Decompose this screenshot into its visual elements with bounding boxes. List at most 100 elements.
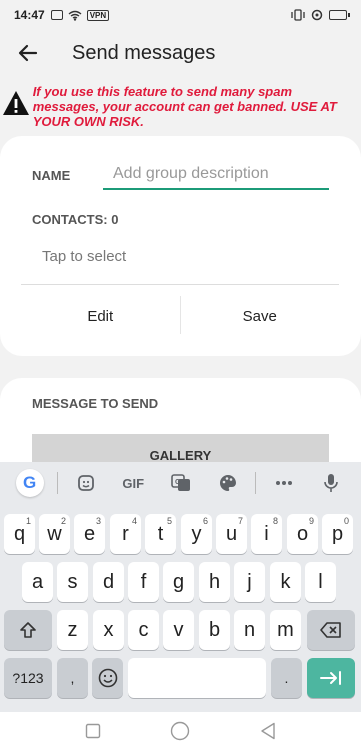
theme-button[interactable]	[204, 466, 251, 500]
enter-key[interactable]	[307, 658, 355, 698]
symbols-key[interactable]: ?123	[4, 658, 52, 698]
key-label: y	[191, 522, 202, 545]
key-x[interactable]: x	[93, 610, 124, 650]
svg-text:G: G	[175, 479, 181, 486]
translate-button[interactable]: G	[157, 466, 204, 500]
save-button[interactable]: Save	[181, 296, 340, 336]
key-label: w	[47, 522, 62, 545]
app-bar: Send messages	[0, 30, 361, 76]
key-label: o	[296, 522, 309, 545]
toolbar-separator	[57, 472, 59, 494]
emoji-key[interactable]	[92, 658, 123, 698]
image-notification-icon	[50, 10, 63, 20]
select-contacts[interactable]: Tap to select	[42, 248, 126, 265]
gif-button[interactable]: GIF	[110, 466, 157, 500]
keyboard-toolbar: G GIF G	[0, 462, 361, 504]
voice-input-button[interactable]	[308, 466, 355, 500]
key-u[interactable]: u7	[216, 514, 247, 554]
key-h[interactable]: h	[199, 562, 230, 602]
group-description-input[interactable]: Add group description	[103, 162, 329, 190]
page-title: Send messages	[72, 41, 216, 64]
key-w[interactable]: w2	[39, 514, 70, 554]
data-saver-icon	[311, 9, 323, 21]
key-q[interactable]: q1	[4, 514, 35, 554]
key-row-2: a s d f g h j k l	[0, 562, 361, 608]
soft-keyboard: G GIF G q1 w2 e3 r4 t5 y6 u7 i8 o9 p0 a	[0, 462, 361, 712]
key-k[interactable]: k	[270, 562, 301, 602]
key-r[interactable]: r4	[110, 514, 141, 554]
key-a[interactable]: a	[22, 562, 53, 602]
system-nav-bar	[0, 712, 361, 754]
more-horizontal-icon	[276, 481, 293, 485]
key-hint: 5	[166, 516, 172, 526]
key-row-4: ?123 , .	[0, 658, 361, 704]
key-g[interactable]: g	[163, 562, 194, 602]
shift-icon	[20, 622, 36, 638]
key-label: q	[13, 522, 26, 545]
edit-button[interactable]: Edit	[21, 296, 180, 336]
key-e[interactable]: e3	[74, 514, 105, 554]
name-label: NAME	[32, 168, 71, 183]
key-m[interactable]: m	[270, 610, 301, 650]
emoji-icon	[98, 668, 117, 688]
period-key[interactable]: .	[271, 658, 302, 698]
key-label: t	[157, 522, 164, 545]
arrow-back-icon	[18, 44, 38, 62]
more-button[interactable]	[260, 466, 307, 500]
key-o[interactable]: o9	[287, 514, 318, 554]
next-arrow-icon	[320, 671, 341, 685]
back-button[interactable]	[0, 30, 56, 76]
vpn-indicator: VPN	[86, 9, 110, 21]
key-j[interactable]: j	[234, 562, 265, 602]
wifi-icon	[68, 10, 82, 21]
microphone-icon	[324, 474, 339, 492]
google-search-button[interactable]: G	[6, 466, 53, 500]
key-t[interactable]: t5	[145, 514, 176, 554]
key-z[interactable]: z	[57, 610, 88, 650]
back-nav-button[interactable]	[260, 722, 276, 745]
sticker-icon	[78, 475, 94, 491]
key-s[interactable]: s	[57, 562, 88, 602]
key-hint: 6	[202, 516, 208, 526]
key-p[interactable]: p0	[322, 514, 353, 554]
key-d[interactable]: d	[93, 562, 124, 602]
backspace-key[interactable]	[307, 610, 355, 650]
key-i[interactable]: i8	[251, 514, 282, 554]
key-v[interactable]: v	[163, 610, 194, 650]
key-f[interactable]: f	[128, 562, 159, 602]
spam-warning: If you use this feature to send many spa…	[0, 84, 361, 130]
key-row-3: z x c v b n m	[0, 610, 361, 656]
space-key[interactable]	[128, 658, 266, 698]
shift-key[interactable]	[4, 610, 52, 650]
key-label: e	[83, 522, 96, 545]
message-label: MESSAGE TO SEND	[32, 396, 159, 411]
sticker-button[interactable]	[62, 466, 109, 500]
comma-key[interactable]: ,	[57, 658, 88, 698]
contacts-count: CONTACTS: 0	[32, 212, 119, 227]
vibrate-icon	[291, 9, 305, 21]
key-row-1: q1 w2 e3 r4 t5 y6 u7 i8 o9 p0	[0, 514, 361, 560]
key-hint: 1	[25, 516, 31, 526]
toolbar-separator	[255, 472, 257, 494]
key-b[interactable]: b	[199, 610, 230, 650]
status-system-icons	[291, 9, 350, 21]
warning-text: If you use this feature to send many spa…	[32, 84, 337, 129]
status-time: 14:47	[14, 8, 45, 22]
key-l[interactable]: l	[305, 562, 336, 602]
google-icon: G	[15, 469, 44, 497]
home-button[interactable]	[170, 721, 190, 746]
battery-icon	[329, 10, 350, 20]
key-c[interactable]: c	[128, 610, 159, 650]
warning-icon	[0, 84, 33, 130]
key-hint: 9	[308, 516, 314, 526]
recents-button[interactable]	[85, 723, 101, 744]
key-hint: 2	[60, 516, 66, 526]
key-label: u	[225, 522, 238, 545]
key-hint: 3	[95, 516, 101, 526]
key-n[interactable]: n	[234, 610, 265, 650]
translate-icon: G	[170, 474, 190, 491]
square-icon	[85, 723, 101, 738]
key-label: p	[331, 522, 344, 545]
key-label: r	[122, 522, 129, 545]
key-y[interactable]: y6	[181, 514, 212, 554]
